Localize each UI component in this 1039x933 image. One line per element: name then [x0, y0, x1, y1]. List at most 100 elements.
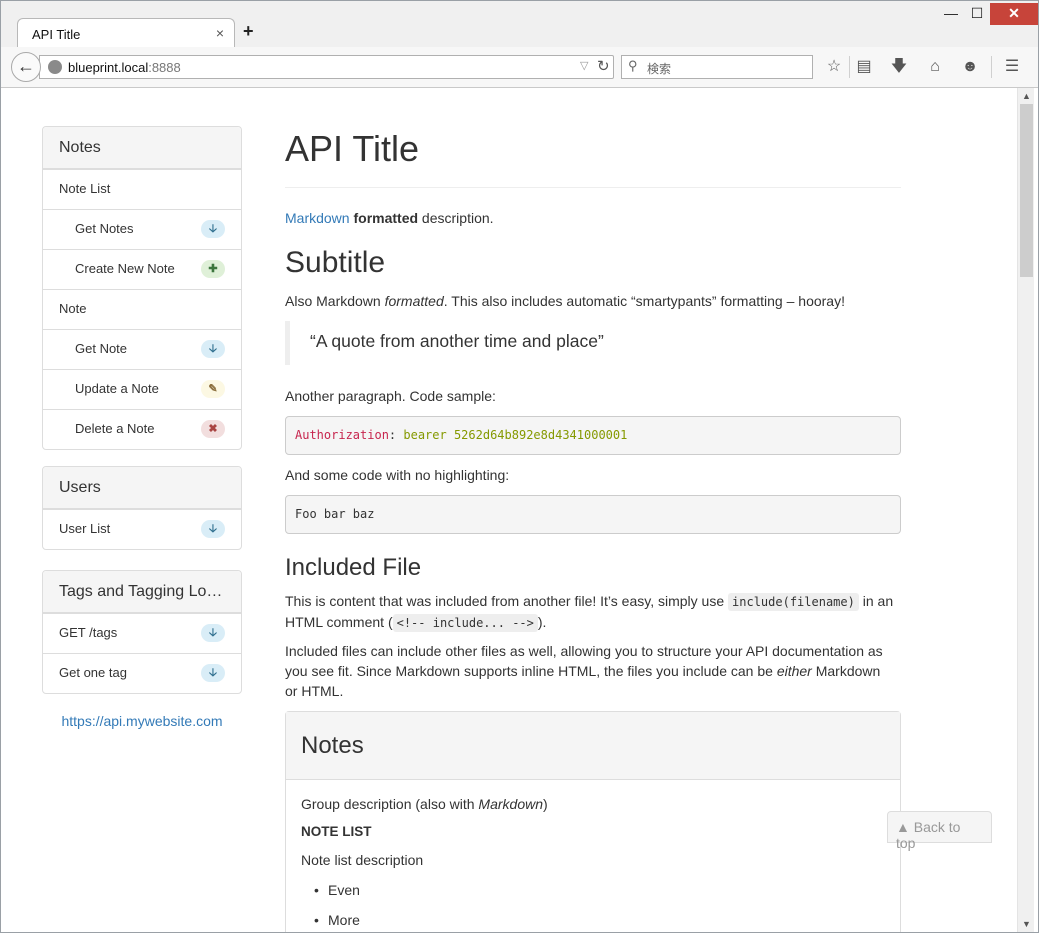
back-button[interactable]: ←: [11, 52, 41, 82]
page-title: API Title: [285, 128, 420, 169]
intro-bold: formatted: [353, 210, 419, 226]
code-block-highlighted: Authorization: bearer 5262d64b892e8d4341…: [285, 416, 901, 455]
browser-tab[interactable]: API Title ×: [17, 18, 235, 48]
api-host-link[interactable]: https://api.mywebsite.com: [42, 713, 242, 729]
sidebar-item-update-note[interactable]: Update a Note ✎: [43, 369, 241, 409]
markdown-link[interactable]: Markdown: [285, 210, 350, 226]
inc-text-b: in an: [858, 593, 894, 609]
intro-rest: description.: [418, 210, 494, 226]
sidebar-item-get-note[interactable]: Get Note 🡣: [43, 329, 241, 369]
cross-icon: ✖: [201, 420, 225, 438]
included-paragraph-1: This is content that was included from a…: [285, 591, 901, 633]
browser-window: API Title × + — ☐ ✕ blueprint.local:8888…: [0, 0, 1039, 933]
hello-chat-icon[interactable]: ☻: [959, 56, 981, 78]
pencil-icon: ✎: [201, 380, 225, 398]
maximize-button[interactable]: ☐: [962, 3, 992, 25]
back-to-top-button[interactable]: ▲ Back to top: [887, 811, 992, 851]
reading-list-icon[interactable]: ▤: [853, 56, 875, 78]
resource-group-notes: Notes Group description (also with Markd…: [285, 711, 901, 932]
scroll-down-icon[interactable]: ▼: [1018, 916, 1035, 932]
search-icon: ⚲: [628, 58, 638, 73]
sidebar-item-label: Create New Note: [75, 261, 175, 276]
sidebar-item-get-notes[interactable]: Get Notes 🡣: [43, 209, 241, 249]
sub-text-em: formatted: [384, 293, 444, 309]
code-intro-paragraph: Another paragraph. Code sample:: [285, 388, 496, 404]
inc2-line1: Included files can include other files a…: [285, 643, 883, 659]
sidebar-group-title[interactable]: Users: [43, 467, 241, 509]
sidebar-item-label: GET /tags: [59, 625, 118, 640]
new-tab-button[interactable]: +: [243, 21, 254, 42]
tab-title: API Title: [32, 27, 81, 42]
back-to-top-icon: ▲: [896, 819, 910, 835]
tab-close-icon[interactable]: ×: [216, 25, 224, 41]
sidebar-item-label: Get Notes: [75, 221, 134, 236]
code-value: bearer 5262d64b892e8d4341000001: [403, 428, 628, 442]
scroll-up-icon[interactable]: ▲: [1018, 88, 1035, 104]
sidebar-group-tags: Tags and Tagging Long… GET /tags 🡣 Get on…: [42, 570, 242, 694]
download-icon[interactable]: 🡇: [888, 56, 910, 78]
url-bar[interactable]: blueprint.local:8888 ▽ ↻: [39, 55, 614, 79]
vertical-scrollbar[interactable]: ▲ ▼: [1017, 88, 1034, 932]
sidebar-group-notes: Notes Note List Get Notes 🡣 Create New No…: [42, 126, 242, 450]
code-block-plain: Foo bar baz: [285, 495, 901, 534]
subtitle-paragraph: Also Markdown formatted. This also inclu…: [285, 291, 845, 311]
subtitle-heading: Subtitle: [285, 246, 386, 279]
window-close-button[interactable]: ✕: [990, 3, 1038, 25]
sidebar-item-label: Delete a Note: [75, 421, 155, 436]
url-text: blueprint.local:8888: [68, 60, 181, 75]
nohl-intro-paragraph: And some code with no highlighting:: [285, 467, 510, 483]
sidebar-item-delete-note[interactable]: Delete a Note ✖: [43, 409, 241, 449]
sidebar-group-users: Users User List 🡣: [42, 466, 242, 550]
sidebar-item-label: Note List: [59, 181, 111, 196]
inc2-line2b: Markdown: [811, 663, 881, 679]
arrow-down-icon: 🡣: [201, 220, 225, 238]
code-colon: :: [388, 428, 404, 442]
intro-paragraph: Markdown formatted description.: [285, 208, 494, 228]
inc2-em: either: [776, 663, 812, 679]
list-item: More: [314, 912, 360, 928]
url-port: :8888: [148, 60, 181, 75]
group-description: Group description (also with Markdown): [301, 796, 548, 812]
inline-code-comment: <!-- include... -->: [392, 614, 538, 632]
code-key: Authorization: [295, 428, 389, 442]
sidebar-item-create-new-note[interactable]: Create New Note ✚: [43, 249, 241, 289]
arrow-down-icon: 🡣: [201, 624, 225, 642]
navigation-toolbar: blueprint.local:8888 ▽ ↻ ← ⚲ 検索 ☆ ▤ 🡇 ⌂ …: [1, 47, 1038, 88]
sidebar-item-label: Get Note: [75, 341, 128, 356]
page-viewport: Notes Note List Get Notes 🡣 Create New No…: [1, 88, 1017, 932]
reload-icon[interactable]: ↻: [597, 57, 610, 75]
arrow-down-icon: 🡣: [201, 340, 225, 358]
scroll-thumb[interactable]: [1020, 104, 1033, 277]
sidebar-item-label: User List: [59, 521, 111, 536]
globe-icon: [48, 60, 62, 74]
sidebar-item-get-one-tag[interactable]: Get one tag 🡣: [43, 653, 241, 693]
sidebar-item-note-list[interactable]: Note List: [43, 169, 241, 209]
blockquote: “A quote from another time and place”: [285, 321, 901, 365]
bookmark-star-icon[interactable]: ☆: [823, 56, 845, 78]
menu-icon[interactable]: ☰: [1001, 56, 1023, 78]
sidebar-item-get-tags[interactable]: GET /tags 🡣: [43, 613, 241, 653]
list-item: Even: [314, 882, 360, 898]
title-divider: [285, 187, 901, 188]
sub-text-2: . This also includes automatic “smartypa…: [443, 293, 845, 309]
sidebar-item-note[interactable]: Note: [43, 289, 241, 329]
sidebar-item-label: Get one tag: [59, 665, 127, 680]
group-desc-a: Group description (also with: [301, 796, 479, 812]
title-bar: API Title × + — ☐ ✕: [1, 1, 1038, 48]
plus-icon: ✚: [201, 260, 225, 278]
home-icon[interactable]: ⌂: [924, 56, 946, 78]
toolbar-separator: [991, 56, 992, 78]
url-host: blueprint.local: [68, 60, 149, 75]
search-bar[interactable]: ⚲ 検索: [621, 55, 813, 79]
sidebar-group-title[interactable]: Tags and Tagging Long…: [43, 571, 241, 613]
arrow-down-icon: 🡣: [201, 664, 225, 682]
sidebar-item-user-list[interactable]: User List 🡣: [43, 509, 241, 549]
group-title: Notes: [286, 712, 900, 780]
inc2-line2a: you see fit. Since Markdown supports inl…: [285, 663, 777, 679]
sidebar-group-title[interactable]: Notes: [43, 127, 241, 169]
resource-heading: NOTE LIST: [301, 824, 372, 839]
url-dropdown-icon[interactable]: ▽: [580, 59, 588, 72]
inc2-line3: or HTML.: [285, 683, 344, 699]
resource-description: Note list description: [301, 852, 424, 868]
sub-text-1: Also Markdown: [285, 293, 385, 309]
